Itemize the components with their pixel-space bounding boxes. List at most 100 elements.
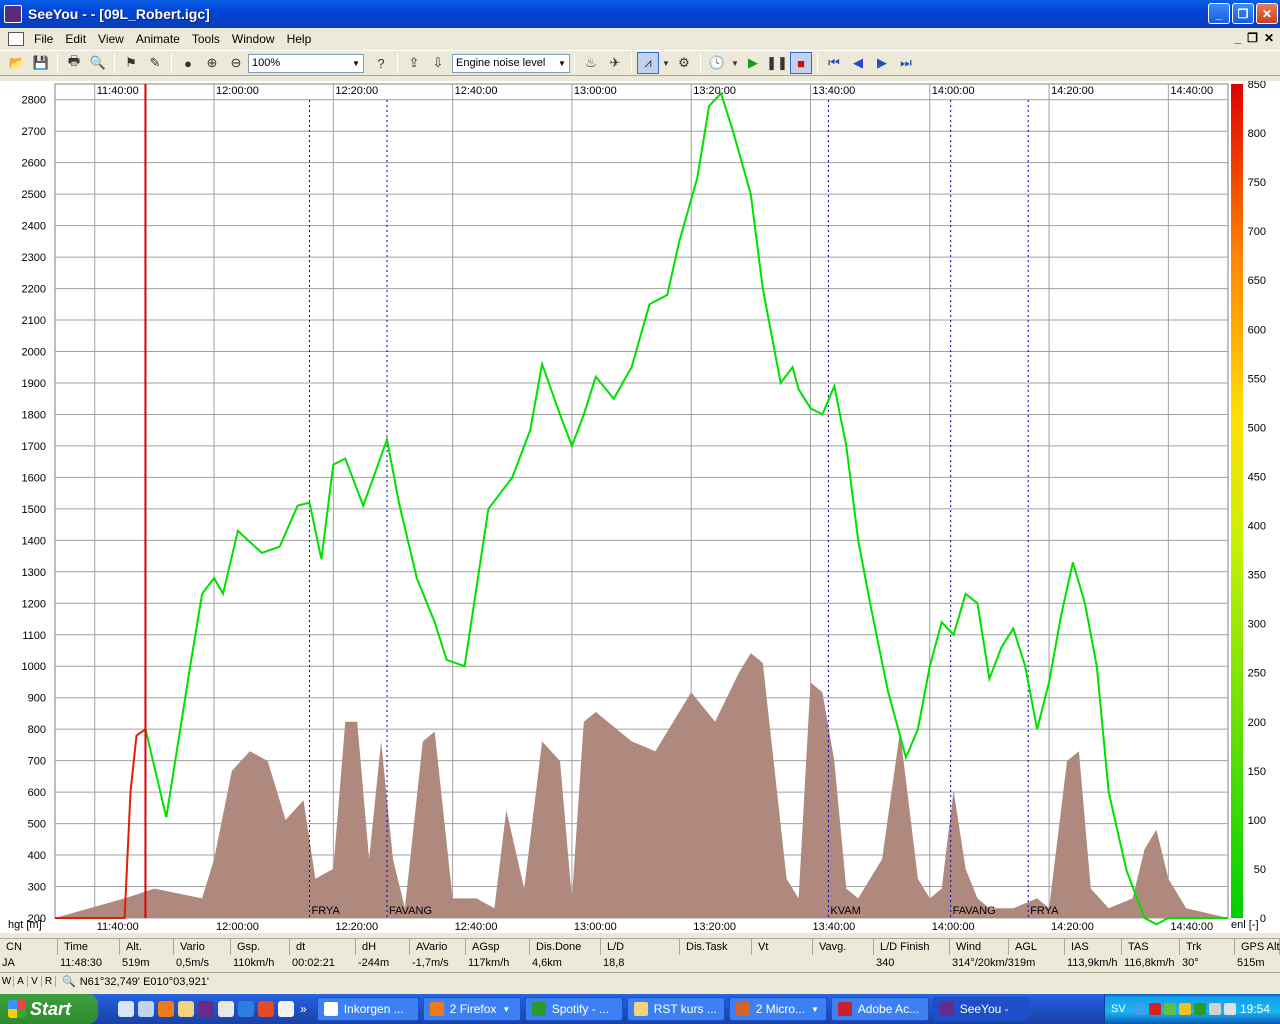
mode-w[interactable]: W xyxy=(0,976,14,987)
network-icon[interactable] xyxy=(1133,1003,1146,1015)
task-seeyou[interactable]: SeeYou - xyxy=(932,997,1029,1021)
column-header[interactable]: IAS xyxy=(1065,939,1122,956)
step-back-icon[interactable]: ◀ xyxy=(847,52,869,74)
column-header[interactable]: L/D Finish xyxy=(874,939,950,956)
menu-window[interactable]: Window xyxy=(226,32,281,46)
restore-button[interactable]: ❐ xyxy=(1232,3,1254,24)
column-header[interactable]: Alt. xyxy=(120,939,174,956)
skip-first-icon[interactable]: ⏮ xyxy=(823,52,845,74)
column-header[interactable]: dt xyxy=(290,939,356,956)
media-icon[interactable] xyxy=(218,1001,234,1017)
column-header[interactable]: AGsp xyxy=(466,939,530,956)
skip-last-icon[interactable]: ⏭ xyxy=(895,52,917,74)
close-button[interactable]: ✕ xyxy=(1256,3,1278,24)
task-spotify[interactable]: Spotify - ... xyxy=(524,997,623,1021)
volume-icon[interactable] xyxy=(1208,1003,1221,1015)
task-inkorgen[interactable]: Inkorgen ... xyxy=(316,997,419,1021)
language-indicator[interactable]: SV xyxy=(1111,1003,1126,1015)
column-header[interactable]: Dis.Done xyxy=(530,939,601,956)
firefox-icon[interactable] xyxy=(158,1001,174,1017)
paint-icon[interactable] xyxy=(278,1001,294,1017)
column-header[interactable]: CN xyxy=(0,939,58,956)
column-header[interactable]: AGL xyxy=(1009,939,1065,956)
security-icon[interactable] xyxy=(1148,1003,1161,1015)
chevron-down-icon[interactable]: ▼ xyxy=(555,55,569,72)
mdi-minimize-button[interactable]: _ xyxy=(1234,31,1241,45)
y-tick-label: 1000 xyxy=(22,661,46,673)
menu-edit[interactable]: Edit xyxy=(59,32,92,46)
print-icon[interactable]: 🖶 xyxy=(63,52,85,74)
task-adobe[interactable]: Adobe Ac... xyxy=(830,997,929,1021)
task-rst-kurs[interactable]: RST kurs ... xyxy=(626,997,725,1021)
print-preview-icon[interactable]: 🔍 xyxy=(87,52,109,74)
settings-sliders-icon[interactable]: ⚙ xyxy=(673,52,695,74)
save-icon[interactable]: 💾 xyxy=(30,52,52,74)
ie-blue-icon[interactable] xyxy=(238,1001,254,1017)
messenger-icon[interactable] xyxy=(1163,1003,1176,1015)
column-header[interactable]: Time xyxy=(58,939,120,956)
zoom-out-icon[interactable]: ⊖ xyxy=(225,52,247,74)
folder-icon[interactable] xyxy=(178,1001,194,1017)
document-icon[interactable] xyxy=(8,31,24,46)
flight-data-row[interactable]: JA 11:48:30 519m 0,5m/s 110km/h 00:02:21 -244m… xyxy=(0,955,1280,972)
menu-help[interactable]: Help xyxy=(281,32,318,46)
column-header[interactable]: Dis.Task xyxy=(680,939,752,956)
barogram-icon[interactable]: ⩘ xyxy=(637,52,659,74)
minimize-button[interactable]: _ xyxy=(1208,3,1230,24)
display-icon[interactable] xyxy=(1223,1003,1236,1015)
mode-a[interactable]: A xyxy=(14,976,28,987)
mdi-restore-button[interactable]: ❐ xyxy=(1247,31,1258,45)
ie-icon[interactable] xyxy=(118,1001,134,1017)
task-microsoft[interactable]: 2 Micro... ▼ xyxy=(728,997,827,1021)
spotify-tray-icon[interactable] xyxy=(1193,1003,1206,1015)
column-header[interactable]: GPS Alt. xyxy=(1235,939,1280,956)
help-pointer-icon[interactable]: ? xyxy=(370,52,392,74)
thermal-icon[interactable]: ♨ xyxy=(580,52,602,74)
pen-icon[interactable]: ✎ xyxy=(144,52,166,74)
open-folder-icon[interactable]: 📂 xyxy=(6,52,28,74)
column-header[interactable]: dH xyxy=(356,939,410,956)
column-header[interactable]: Vavg. xyxy=(813,939,874,956)
import-icon[interactable]: ⇩ xyxy=(427,52,449,74)
barogram-chart[interactable]: 2800270026002500240023002200210020001900… xyxy=(0,81,1280,933)
column-header[interactable]: AVario xyxy=(410,939,466,956)
step-forward-icon[interactable]: ▶ xyxy=(871,52,893,74)
export-icon[interactable]: ⇪ xyxy=(403,52,425,74)
flag-icon[interactable]: ⚑ xyxy=(120,52,142,74)
column-header[interactable]: L/D xyxy=(601,939,680,956)
clock-icon[interactable]: 🕓 xyxy=(706,52,728,74)
seeyou-icon[interactable] xyxy=(198,1001,214,1017)
disk-icon[interactable] xyxy=(138,1001,154,1017)
column-header[interactable]: TAS xyxy=(1122,939,1180,956)
menu-tools[interactable]: Tools xyxy=(186,32,226,46)
chevron-down-icon[interactable]: ▼ xyxy=(730,52,740,74)
glider-icon[interactable]: ✈ xyxy=(604,52,626,74)
zoom-in-icon[interactable]: ⊕ xyxy=(201,52,223,74)
chrome-icon[interactable] xyxy=(258,1001,274,1017)
channel-select[interactable]: Engine noise level ▼ xyxy=(452,53,570,73)
play-icon[interactable]: ▶ xyxy=(742,52,764,74)
menu-file[interactable]: File xyxy=(28,32,59,46)
globe-icon[interactable]: ● xyxy=(177,52,199,74)
start-button[interactable]: Start xyxy=(0,994,98,1024)
chevron-down-icon[interactable]: ▼ xyxy=(349,55,363,72)
chevron-right-icon[interactable]: » xyxy=(300,1002,307,1016)
chevron-down-icon[interactable]: ▼ xyxy=(661,52,671,74)
seeyou-app-icon[interactable] xyxy=(4,5,22,23)
zoom-select[interactable]: 100% ▼ xyxy=(248,53,364,73)
mode-r[interactable]: R xyxy=(42,976,56,987)
update-icon[interactable] xyxy=(1178,1003,1191,1015)
mode-v[interactable]: V xyxy=(28,976,42,987)
column-header[interactable]: Vario xyxy=(174,939,231,956)
stop-icon[interactable]: ■ xyxy=(790,52,812,74)
task-firefox[interactable]: 2 Firefox ▼ xyxy=(422,997,521,1021)
menu-animate[interactable]: Animate xyxy=(130,32,186,46)
turnpoint-label: FRYA xyxy=(311,905,340,917)
pause-icon[interactable]: ❚❚ xyxy=(766,52,788,74)
mdi-close-button[interactable]: ✕ xyxy=(1264,31,1274,45)
menu-view[interactable]: View xyxy=(92,32,130,46)
column-header[interactable]: Trk xyxy=(1180,939,1235,956)
column-header[interactable]: Wind xyxy=(950,939,1009,956)
column-header[interactable]: Gsp. xyxy=(231,939,290,956)
column-header[interactable]: Vt xyxy=(752,939,813,956)
